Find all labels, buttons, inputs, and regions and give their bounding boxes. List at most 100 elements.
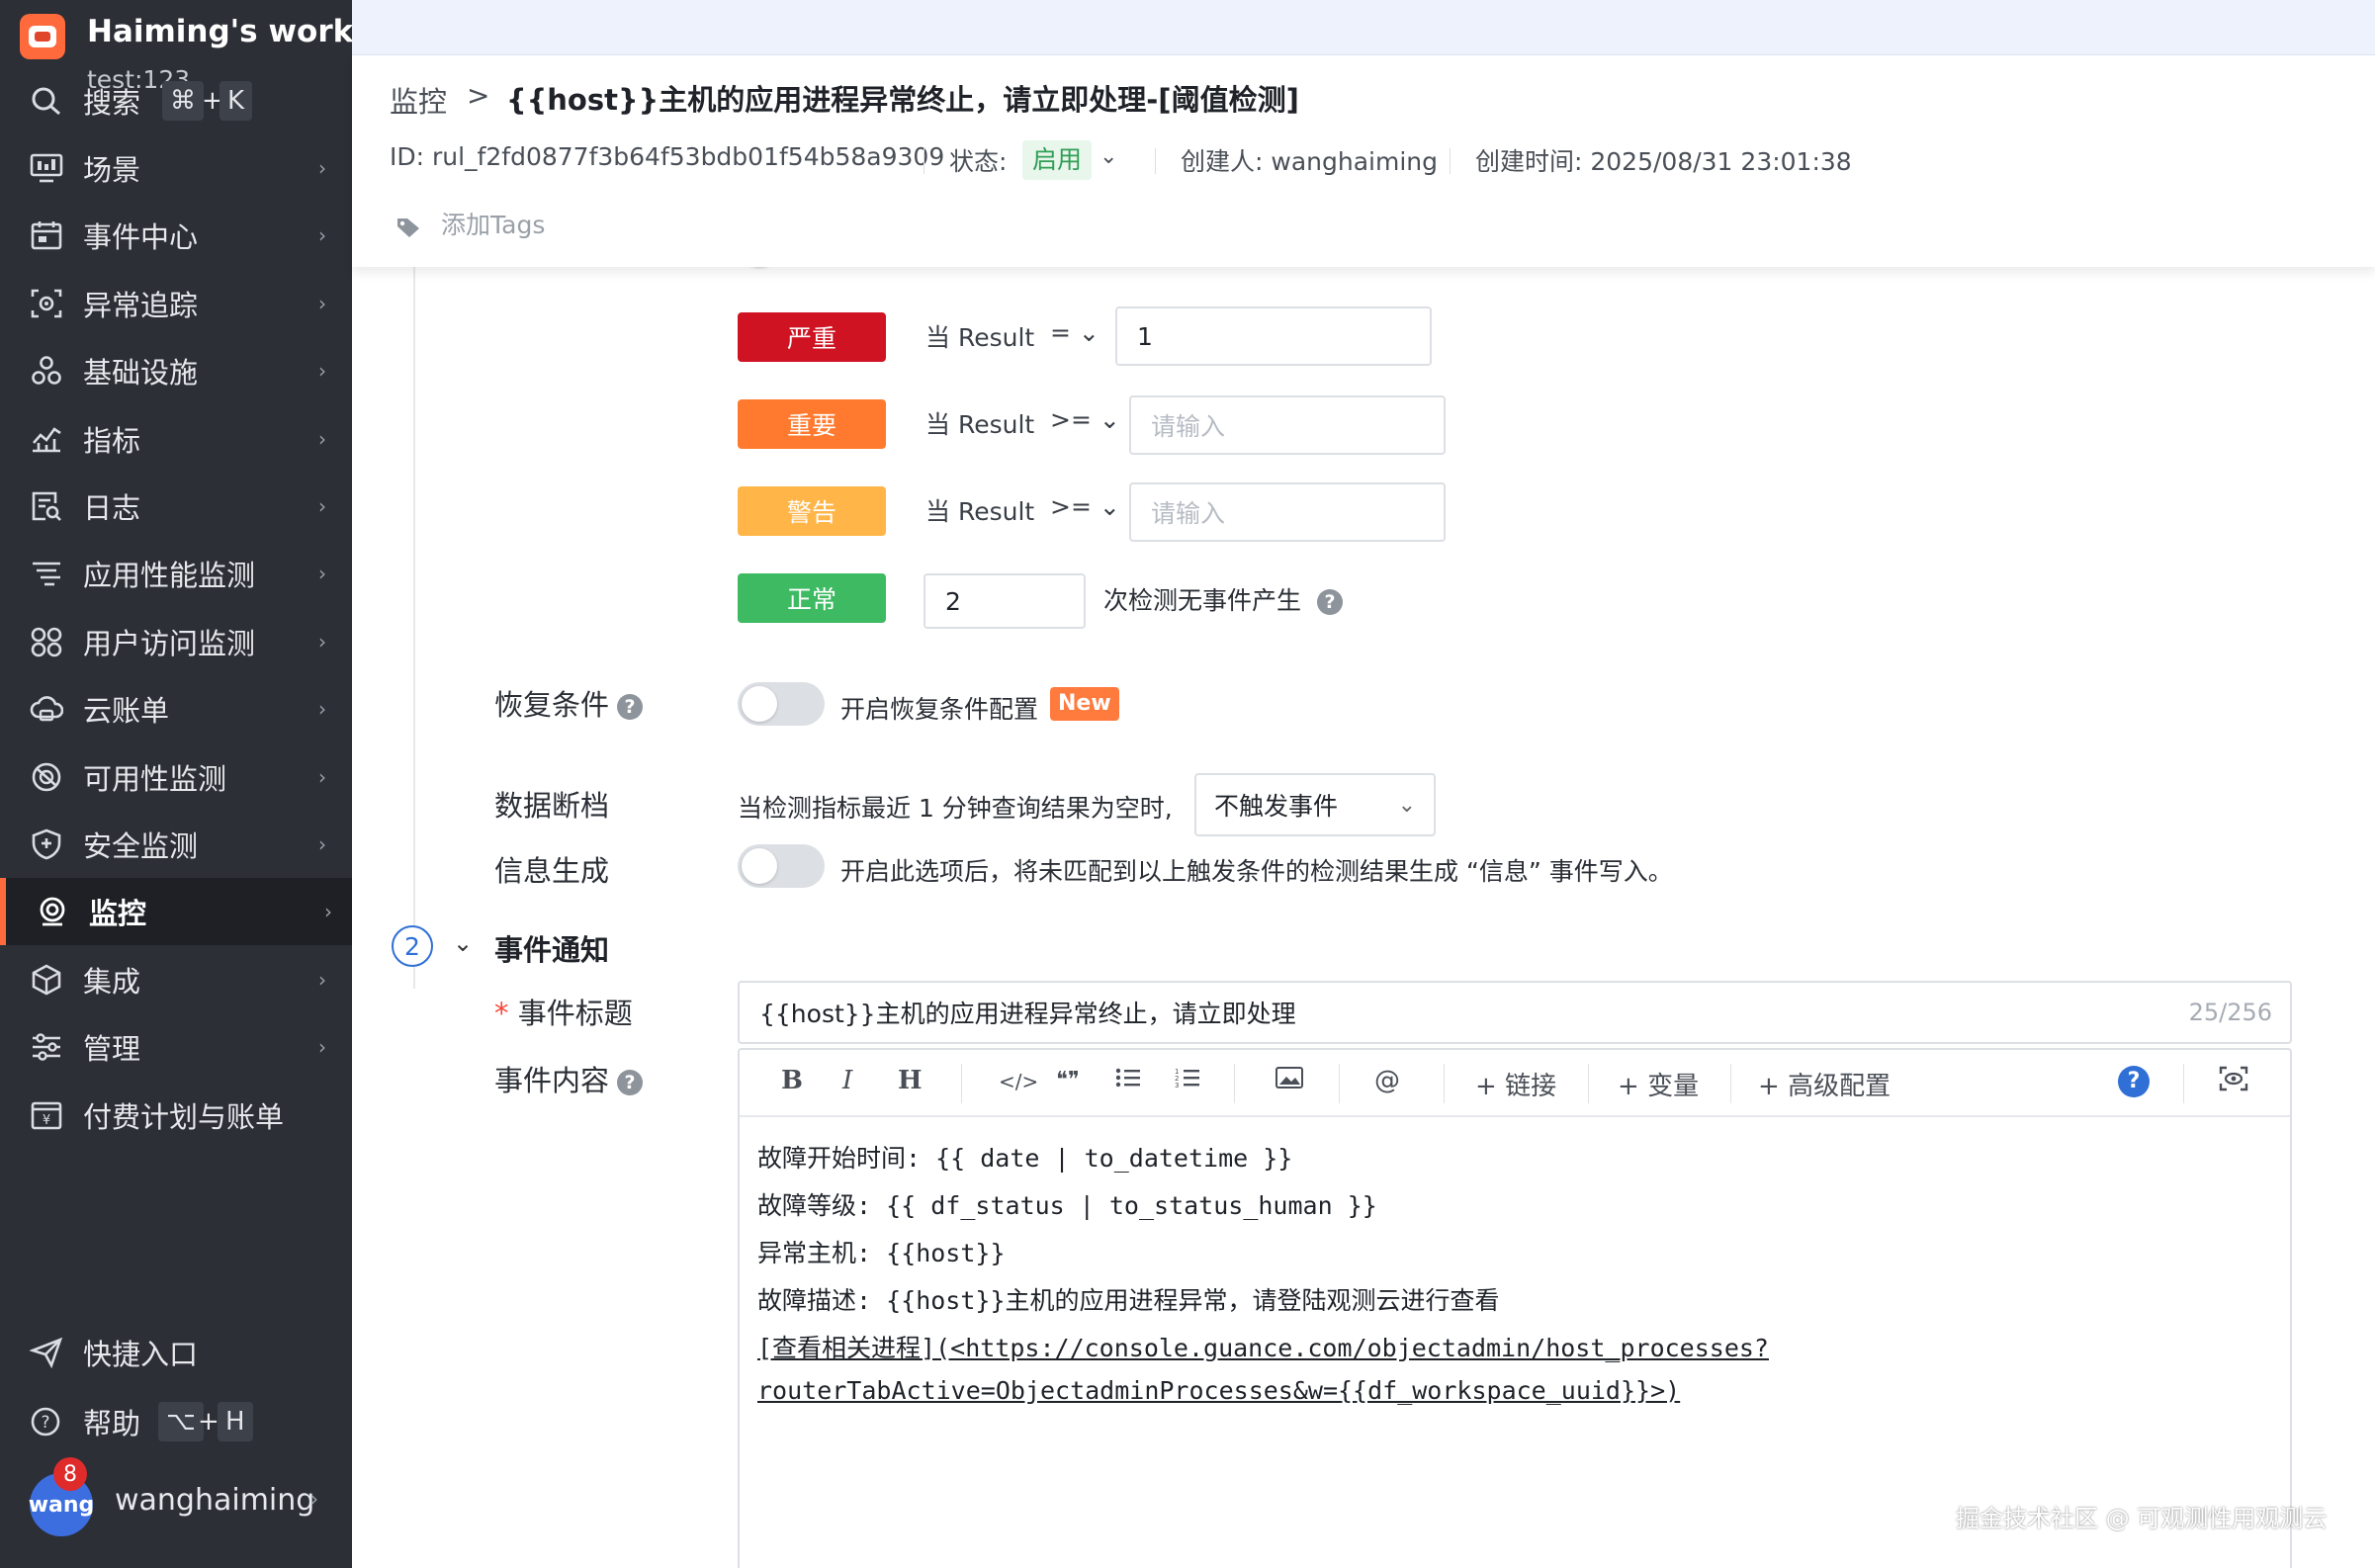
- insert-variable-button[interactable]: + 变量: [1618, 1066, 1699, 1102]
- warning-threshold-input[interactable]: 请输入: [1129, 482, 1446, 542]
- level-important-label: 重要: [786, 411, 836, 440]
- sidebar-item-chart[interactable]: 指标 ›: [0, 405, 352, 473]
- sidebar-item-label: 可用性监测: [83, 761, 227, 796]
- mention-button[interactable]: @: [1374, 1066, 1400, 1095]
- operator-select[interactable]: >= ⌄: [1050, 492, 1120, 521]
- when-result: 当 Result: [925, 323, 1035, 352]
- info-gen-desc: 开启此选项后，将未匹配到以上触发条件的检测结果生成 “信息” 事件写入。: [840, 857, 1673, 886]
- recovery-desc: 开启恢复条件配置: [840, 695, 1039, 724]
- event-title-input[interactable]: {{host}}主机的应用进程异常终止，请立即处理 25/256: [738, 981, 2292, 1044]
- workspace-name: Haiming's work...: [87, 14, 389, 49]
- sidebar-item-billing[interactable]: ¥ 付费计划与账单: [0, 1082, 352, 1149]
- sidebar-item-apm[interactable]: 应用性能监测 ›: [0, 540, 352, 607]
- editor-help-icon[interactable]: ?: [2118, 1066, 2150, 1097]
- sidebar-item-label: 基础设施: [83, 356, 199, 391]
- advanced-config-button[interactable]: + 高级配置: [1758, 1066, 1891, 1102]
- help-label: 帮助: [83, 1407, 141, 1440]
- sidebar-item-label: 付费计划与账单: [83, 1099, 285, 1134]
- toolbar-divider: [1730, 1064, 1731, 1103]
- chevron-right-icon: ›: [318, 562, 326, 586]
- operator-select[interactable]: >= ⌄: [1050, 405, 1120, 434]
- chevron-right-icon: ›: [318, 291, 326, 315]
- sidebar-item-monitor[interactable]: 场景 ›: [0, 134, 352, 202]
- chevron-right-icon: ›: [310, 1487, 318, 1511]
- italic-button[interactable]: I: [842, 1066, 852, 1095]
- svg-text:¥: ¥: [43, 1113, 50, 1128]
- bullet-list-icon[interactable]: [1115, 1066, 1141, 1095]
- sidebar-item-availability[interactable]: 可用性监测 ›: [0, 743, 352, 811]
- code-button[interactable]: </>: [999, 1070, 1038, 1093]
- step-number: 2: [392, 925, 433, 967]
- toolbar-divider: [1588, 1064, 1589, 1103]
- chevron-right-icon: ›: [318, 223, 326, 248]
- settings-icon: [30, 1031, 63, 1063]
- sidebar-search[interactable]: 搜索 ⌘ + K: [0, 67, 352, 134]
- markdown-editor[interactable]: B I H </> ❝❞ 123 @ + 链接 + 变量 + 高级配置 ? 故障…: [738, 1048, 2292, 1568]
- sidebar-shortcuts[interactable]: 快捷入口: [0, 1319, 352, 1386]
- operator-select[interactable]: = ⌄: [1050, 318, 1100, 347]
- status-badge[interactable]: 启用: [1022, 140, 1093, 180]
- normal-count-input[interactable]: 2: [924, 573, 1086, 629]
- chevron-right-icon: ›: [318, 359, 326, 384]
- user-menu[interactable]: wang 8 wanghaiming ›: [0, 1457, 352, 1536]
- chart-icon: [30, 423, 63, 455]
- sidebar-item-rum[interactable]: 用户访问监测 ›: [0, 608, 352, 675]
- breadcrumb-monitor[interactable]: 监控: [390, 79, 447, 121]
- recovery-label-text: 恢复条件: [494, 688, 610, 722]
- sidebar-item-shield[interactable]: 安全监测 ›: [0, 811, 352, 878]
- recovery-toggle[interactable]: [738, 682, 825, 726]
- help-icon[interactable]: ?: [617, 1070, 644, 1095]
- operator-value: =: [1050, 318, 1071, 347]
- link-label: 链接: [1505, 1072, 1557, 1101]
- search-label: 搜索: [83, 86, 141, 120]
- sidebar-item-label: 云账单: [83, 694, 170, 729]
- level-critical: 严重: [738, 312, 886, 362]
- sidebar-item-settings[interactable]: 管理 ›: [0, 1013, 352, 1081]
- collapse-chevron-icon[interactable]: ⌄: [453, 929, 473, 957]
- sidebar-item-cluster[interactable]: 基础设施 ›: [0, 337, 352, 404]
- data-gap-select[interactable]: 不触发事件 ⌄: [1194, 773, 1436, 836]
- add-tags[interactable]: 添加Tags: [396, 206, 545, 241]
- status-chevron-down-icon[interactable]: ⌄: [1100, 144, 1117, 169]
- sidebar-item-label: 应用性能监测: [83, 559, 256, 593]
- sidebar-item-label: 管理: [83, 1032, 141, 1067]
- toolbar-divider: [1234, 1064, 1235, 1103]
- insert-link-button[interactable]: + 链接: [1475, 1066, 1556, 1102]
- step-line: [413, 267, 415, 989]
- ordered-list-icon[interactable]: 123: [1175, 1066, 1200, 1095]
- sidebar-item-label: 异常追踪: [83, 288, 199, 322]
- image-icon[interactable]: [1275, 1066, 1303, 1095]
- help-icon[interactable]: ?: [617, 694, 644, 720]
- sidebar-item-label: 用户访问监测: [83, 626, 256, 660]
- target-icon: [30, 288, 63, 319]
- sidebar-item-calendar[interactable]: 事件中心 ›: [0, 202, 352, 269]
- level-warning: 警告: [738, 486, 886, 536]
- sidebar-item-monitor-camera[interactable]: 监控 ›: [0, 878, 352, 946]
- data-gap-label: 数据断档: [494, 789, 610, 823]
- top-bar: [352, 0, 2375, 55]
- when-result: 当 Result: [925, 497, 1035, 526]
- preview-icon[interactable]: [2219, 1066, 2248, 1098]
- content-line: 故障描述: {{host}}主机的应用进程异常，请登陆观测云进行查看: [757, 1286, 1500, 1315]
- critical-threshold-input[interactable]: 1: [1115, 306, 1432, 366]
- status-label: 状态:: [949, 147, 1008, 176]
- breadcrumb-separator: >: [467, 79, 490, 112]
- level-warning-label: 警告: [786, 498, 836, 527]
- bold-button[interactable]: B: [781, 1066, 803, 1095]
- important-threshold-input[interactable]: 请输入: [1129, 395, 1446, 455]
- sidebar-help[interactable]: ? 帮助 ⌥ + H: [0, 1388, 352, 1455]
- help-icon[interactable]: ?: [1317, 589, 1344, 615]
- event-title-value: {{host}}主机的应用进程异常终止，请立即处理: [759, 1000, 1296, 1028]
- sidebar-item-integration[interactable]: 集成 ›: [0, 946, 352, 1013]
- data-gap-desc: 当检测指标最近 1 分钟查询结果为空时,: [738, 794, 1173, 823]
- chevron-right-icon: ›: [318, 967, 326, 992]
- sidebar-item-target[interactable]: 异常追踪 ›: [0, 270, 352, 337]
- rum-icon: [30, 626, 63, 657]
- info-gen-toggle[interactable]: [738, 844, 825, 888]
- level-normal-label: 正常: [786, 585, 836, 614]
- sidebar-item-log[interactable]: 日志 ›: [0, 473, 352, 540]
- heading-button[interactable]: H: [898, 1066, 923, 1095]
- sidebar-item-cloud[interactable]: 云账单 ›: [0, 675, 352, 742]
- creator: 创建人: wanghaiming: [1181, 147, 1438, 176]
- quote-button[interactable]: ❝❞: [1056, 1068, 1080, 1092]
